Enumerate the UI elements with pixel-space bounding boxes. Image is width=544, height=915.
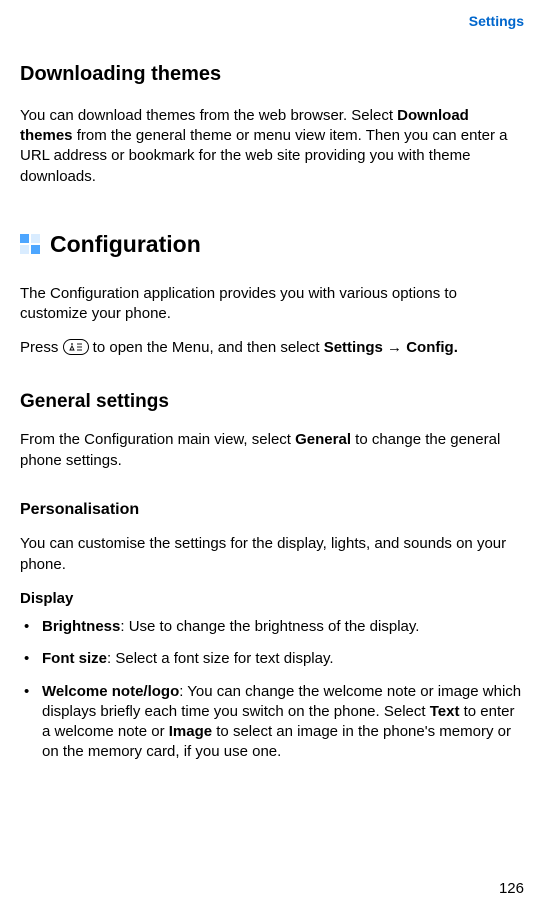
bold-config: Config. xyxy=(406,339,458,356)
heading-downloading-themes: Downloading themes xyxy=(20,61,524,88)
para-config-intro: The Configuration application provides y… xyxy=(20,284,524,325)
text: From the Configuration main view, select xyxy=(20,431,295,448)
para-config-press: Press to open the Menu, and then select … xyxy=(20,338,524,358)
section-heading-configuration: Configuration xyxy=(20,229,524,260)
list-item: Font size: Select a font size for text d… xyxy=(20,649,524,669)
heading-personalisation: Personalisation xyxy=(20,499,524,521)
option-label: Welcome note/logo xyxy=(42,683,179,700)
text: to open the Menu, and then select xyxy=(89,339,324,356)
subhead-display: Display xyxy=(20,589,524,609)
display-options-list: Brightness: Use to change the brightness… xyxy=(20,617,524,763)
page-number: 126 xyxy=(499,879,524,899)
para-personalisation-intro: You can customise the settings for the d… xyxy=(20,534,524,575)
text: from the general theme or menu view item… xyxy=(20,127,507,185)
option-text: : Use to change the brightness of the di… xyxy=(120,618,419,635)
option-text: : Select a font size for text display. xyxy=(107,650,334,667)
section-title-text: Configuration xyxy=(50,229,201,260)
list-item: Brightness: Use to change the brightness… xyxy=(20,617,524,637)
bold-settings: Settings xyxy=(324,339,383,356)
option-label: Brightness xyxy=(42,618,120,635)
para-downloading-themes: You can download themes from the web bro… xyxy=(20,106,524,187)
section-squares-icon xyxy=(20,234,40,254)
para-general-intro: From the Configuration main view, select… xyxy=(20,430,524,471)
text: You can download themes from the web bro… xyxy=(20,107,397,124)
option-label: Font size xyxy=(42,650,107,667)
text: → xyxy=(383,339,406,356)
bold-image: Image xyxy=(169,723,212,740)
bold-general: General xyxy=(295,431,351,448)
list-item: Welcome note/logo: You can change the we… xyxy=(20,682,524,763)
text: Press xyxy=(20,339,63,356)
heading-general-settings: General settings xyxy=(20,389,524,415)
menu-key-icon xyxy=(63,339,89,355)
header-section-label: Settings xyxy=(20,12,524,31)
bold-text: Text xyxy=(430,703,460,720)
